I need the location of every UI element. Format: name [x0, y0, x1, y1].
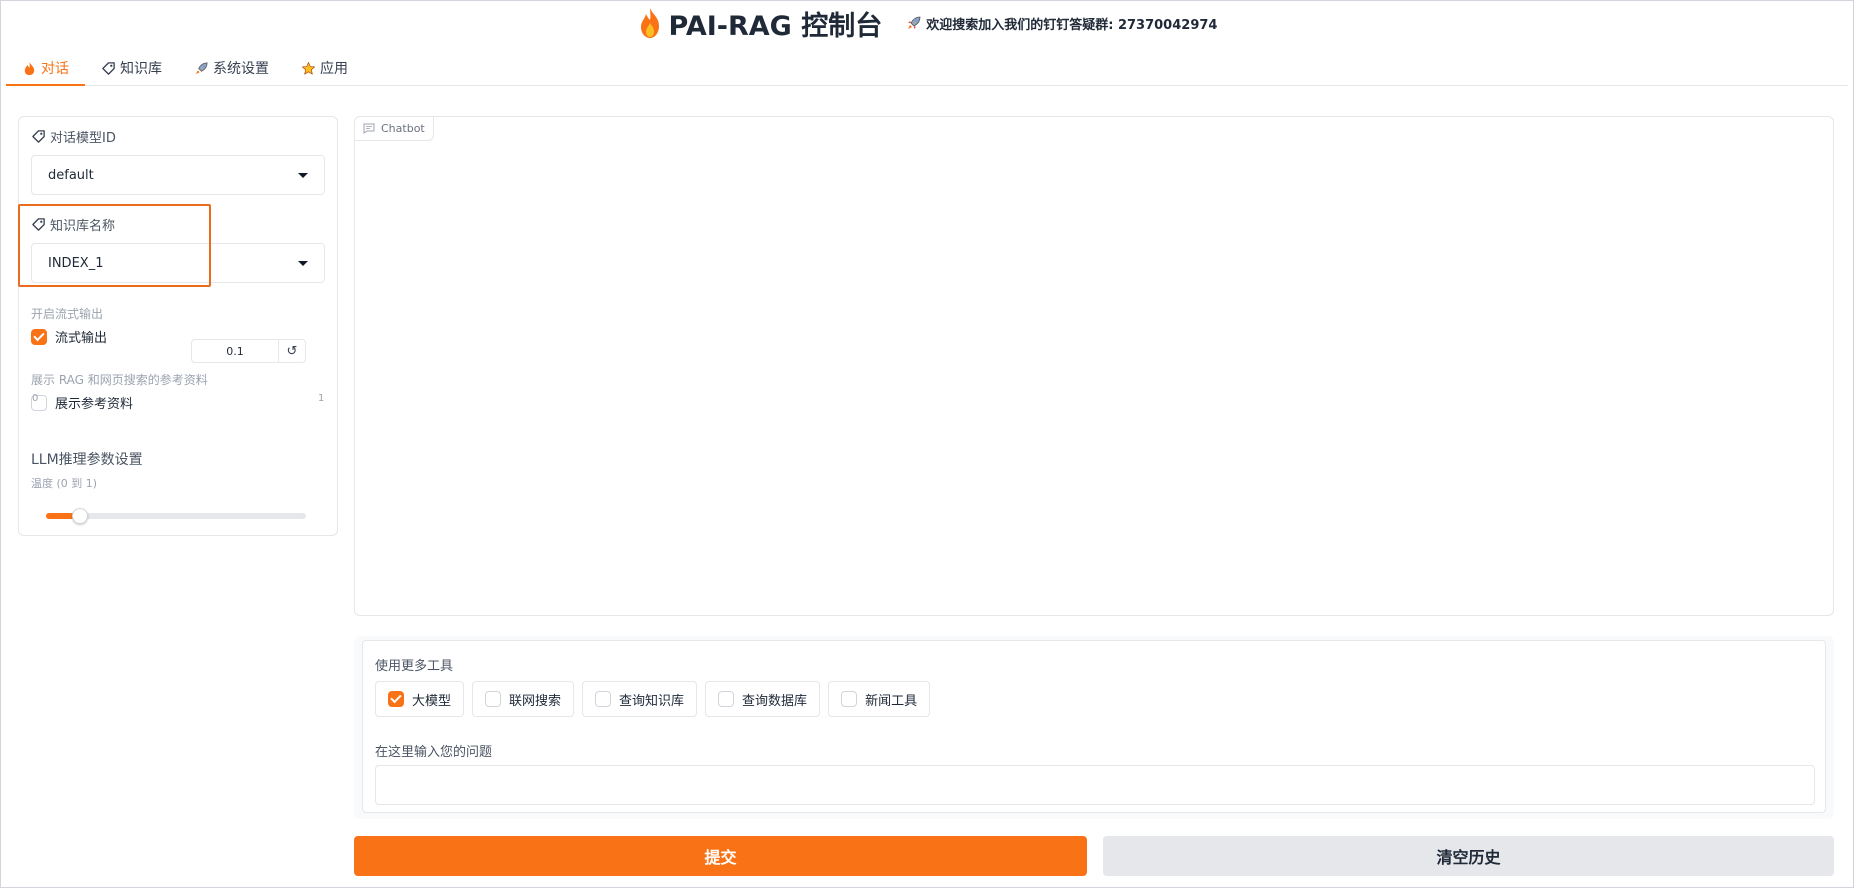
- index-name-value: INDEX_1: [48, 255, 104, 271]
- temperature-label: 温度 (0 到 1): [31, 477, 98, 490]
- notice: 欢迎搜索加入我们的钉钉答疑群: 27370042974: [906, 14, 1217, 33]
- temperature-input[interactable]: 0.1: [191, 339, 279, 363]
- tool-option-label: 联网搜索: [509, 693, 562, 709]
- tool-option-query-db[interactable]: 查询数据库: [705, 681, 821, 717]
- index-name-dropdown[interactable]: INDEX_1: [31, 243, 325, 283]
- slider-min-label: 0: [32, 393, 39, 404]
- settings-panel: 对话模型ID default 知识库名称 INDEX_1 开启流式输出 流式输出…: [18, 116, 338, 536]
- header: PAI-RAG 控制台 欢迎搜索加入我们的钉钉答疑群: 27370042974: [0, 0, 1854, 46]
- slider-handle[interactable]: [72, 508, 88, 524]
- checkbox-unchecked-icon: [718, 691, 735, 707]
- checkbox-unchecked-icon: [485, 691, 502, 707]
- main-tabs: 对话 知识库 系统设置 应用: [6, 52, 1848, 86]
- caret-down-icon: [298, 260, 308, 266]
- tool-option-web-search[interactable]: 联网搜索: [472, 681, 575, 717]
- clear-history-button[interactable]: 清空历史: [1103, 836, 1834, 876]
- tool-option-label: 查询数据库: [742, 693, 808, 709]
- chatbot-label-text: Chatbot: [381, 122, 425, 135]
- star-icon: [302, 61, 315, 74]
- question-label: 在这里输入您的问题: [375, 745, 493, 760]
- tool-option-label: 查询知识库: [619, 693, 685, 709]
- tools-panel: 使用更多工具 大模型 联网搜索 查询知识库 查询数据库 新闻工具 在这里输入您的…: [354, 636, 1834, 819]
- model-id-label-text: 对话模型ID: [50, 131, 116, 146]
- notice-text: 欢迎搜索加入我们的钉钉答疑群: 27370042974: [926, 17, 1218, 33]
- show-references-label: 展示参考资料: [55, 397, 134, 412]
- tool-options: 大模型 联网搜索 查询知识库 查询数据库 新闻工具: [375, 681, 931, 717]
- tag-icon: [32, 130, 45, 143]
- submit-button[interactable]: 提交: [354, 836, 1087, 876]
- show-references-checkbox[interactable]: 展示参考资料: [31, 393, 133, 412]
- tab-label: 对话: [41, 61, 69, 77]
- tab-apps[interactable]: 应用: [285, 52, 364, 86]
- tab-label: 应用: [320, 61, 348, 77]
- tool-option-news[interactable]: 新闻工具: [828, 681, 931, 717]
- tab-label: 系统设置: [213, 61, 269, 77]
- stream-section-label: 开启流式输出: [31, 307, 104, 321]
- rocket-icon: [195, 61, 208, 74]
- checkbox-unchecked-icon: [841, 691, 858, 707]
- temperature-slider[interactable]: [46, 508, 306, 524]
- references-section-label: 展示 RAG 和网页搜索的参考资料: [31, 373, 208, 387]
- tool-option-label: 新闻工具: [865, 693, 918, 709]
- flame-icon: [24, 61, 35, 75]
- tab-knowledge-base[interactable]: 知识库: [85, 52, 178, 86]
- checkbox-unchecked-icon: [595, 691, 612, 707]
- page-title: PAI-RAG 控制台: [637, 4, 883, 43]
- tab-chat[interactable]: 对话: [6, 52, 85, 86]
- caret-down-icon: [298, 172, 308, 178]
- checkbox-checked-icon: [388, 691, 404, 707]
- index-name-label: 知识库名称: [31, 215, 115, 234]
- question-input[interactable]: [375, 765, 1815, 805]
- tool-option-llm[interactable]: 大模型: [375, 681, 465, 717]
- title-text: PAI-RAG 控制台: [668, 10, 883, 42]
- chat-icon: [363, 123, 375, 134]
- flame-icon: [640, 8, 659, 38]
- chatbot-label: Chatbot: [355, 117, 434, 141]
- tab-label: 知识库: [120, 61, 162, 77]
- model-id-label: 对话模型ID: [31, 127, 116, 146]
- tools-title: 使用更多工具: [375, 659, 454, 674]
- index-name-label-text: 知识库名称: [50, 219, 116, 234]
- slider-max-label: 1: [318, 393, 325, 404]
- rocket-icon: [908, 16, 921, 29]
- tool-option-query-kb[interactable]: 查询知识库: [582, 681, 698, 717]
- tag-icon: [102, 61, 115, 75]
- model-id-value: default: [48, 167, 94, 183]
- tool-option-label: 大模型: [412, 693, 452, 709]
- model-id-dropdown[interactable]: default: [31, 155, 325, 195]
- stream-output-label: 流式输出: [55, 331, 108, 346]
- tab-settings[interactable]: 系统设置: [178, 52, 285, 86]
- reset-icon[interactable]: ↺: [278, 339, 306, 363]
- stream-output-checkbox[interactable]: 流式输出: [31, 327, 107, 346]
- tools-inner-panel: 使用更多工具 大模型 联网搜索 查询知识库 查询数据库 新闻工具 在这里输入您的…: [362, 640, 1826, 813]
- chatbot-panel: Chatbot: [354, 116, 1834, 616]
- llm-params-title: LLM推理参数设置: [31, 452, 143, 468]
- tag-icon: [32, 218, 45, 231]
- checkbox-checked-icon: [31, 328, 47, 345]
